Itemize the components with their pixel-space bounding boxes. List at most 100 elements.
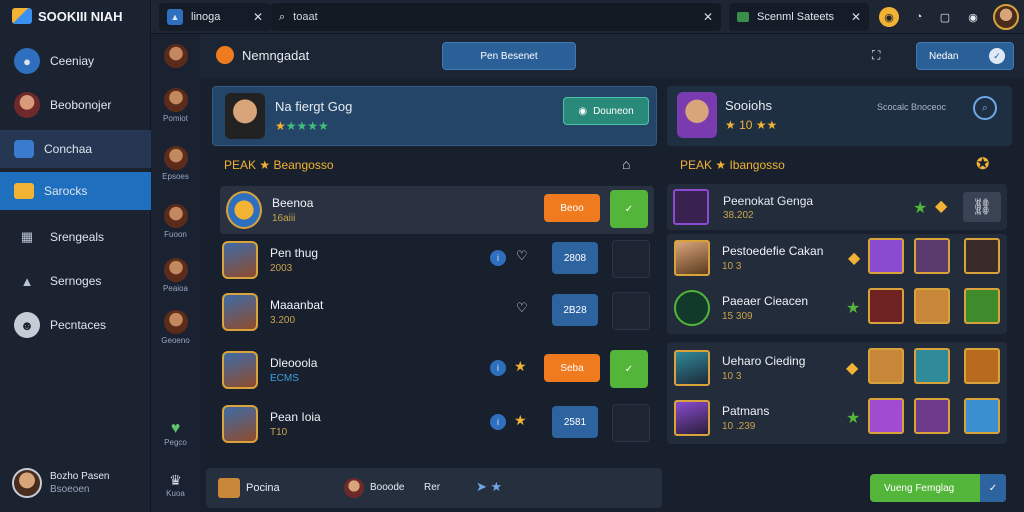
rail-item[interactable]: ♥ Pegco — [151, 420, 200, 447]
settings-icon[interactable]: ◉ — [963, 7, 983, 27]
confirm-button[interactable]: ✓ — [610, 190, 648, 228]
star-icon[interactable]: ★ — [514, 358, 527, 375]
link-icon[interactable]: ⛓ — [963, 192, 1001, 222]
card-icon[interactable] — [868, 238, 904, 274]
coin-icon[interactable]: ◉ — [879, 7, 899, 27]
list-item[interactable]: Dleooola ECMS i ★ Seba ✓ — [220, 346, 654, 394]
avatar[interactable] — [993, 4, 1019, 30]
card-icon[interactable] — [914, 288, 950, 324]
action-button[interactable]: 2808 — [552, 242, 598, 274]
user-profile[interactable]: Bozho Pasen Bsoeoen — [12, 468, 110, 498]
list-item[interactable]: Pean Ioia T10 i ★ 2581 — [220, 400, 654, 448]
heart-icon[interactable]: ♡ — [516, 300, 528, 316]
chat-icon[interactable]: ◔ — [909, 7, 929, 27]
list-item[interactable]: Peenokat Genga 38.202 ★ ◆ ⛓ — [667, 184, 1007, 230]
confirm-button[interactable]: ✓ — [610, 350, 648, 388]
close-icon[interactable]: ✕ — [253, 10, 263, 24]
card-icon[interactable] — [964, 238, 1000, 274]
list-item[interactable]: Beenoa 16aiii Beoo ✓ — [220, 186, 654, 234]
rail-item[interactable]: Pomiot — [151, 88, 200, 123]
action-button[interactable]: Seba — [544, 354, 600, 382]
nedan-button[interactable]: Nedan ✓ — [916, 42, 1014, 70]
sidebar-item-ceeniay[interactable]: ● Ceeniay — [0, 42, 151, 80]
item-sub: 10 3 — [722, 261, 742, 272]
action-button[interactable]: 2B28 — [552, 294, 598, 326]
title-icon — [216, 46, 234, 64]
header-note: Scocalc Bnoceoc — [877, 102, 947, 112]
card-icon[interactable] — [964, 288, 1000, 324]
card-icon[interactable] — [914, 348, 950, 384]
info-icon[interactable]: i — [490, 414, 506, 430]
item-sub: 15 309 — [722, 311, 753, 322]
home-icon: ▲ — [167, 9, 183, 25]
sidebar-item-label: Sarocks — [44, 184, 88, 198]
rail-label: Peaioa — [163, 284, 188, 293]
bottom-item-label[interactable]: Pocina — [246, 482, 280, 494]
header-button[interactable]: ◉ Douneon — [563, 97, 649, 125]
list-item[interactable]: Pen thug 2003 i ♡ 2808 — [220, 236, 654, 284]
list-item[interactable]: Paeaer Cieacen 15 309 ★ — [674, 284, 1004, 332]
search-icon[interactable]: ⌕ — [973, 96, 997, 120]
sidebar-item-conchaa[interactable]: Conchaa — [0, 130, 151, 168]
heart-icon[interactable]: ♡ — [516, 248, 528, 264]
card-icon[interactable] — [868, 288, 904, 324]
bell-icon[interactable]: ⌂ — [622, 156, 630, 172]
bottom-item-label[interactable]: Rer — [424, 482, 440, 493]
item-icon — [674, 350, 710, 386]
action-button[interactable]: Beoo — [544, 194, 600, 222]
list-item[interactable]: Patmans 10 .239 ★ — [674, 394, 1004, 442]
sidebar-item-beobonojer[interactable]: Beobonojer — [0, 86, 151, 124]
info-icon[interactable]: i — [490, 250, 506, 266]
search-input[interactable]: toaat — [293, 11, 317, 23]
rail-item[interactable]: ♛ Kuoa — [151, 472, 200, 498]
sidebar-item-sernoges[interactable]: ▲ Sernoges — [0, 262, 151, 300]
slot[interactable] — [612, 404, 650, 442]
header-button-label: Douneon — [593, 105, 634, 117]
avatar — [677, 92, 717, 138]
clear-search-icon[interactable]: ✕ — [703, 10, 713, 24]
primary-action-button[interactable]: Vueng Femglag ✓ — [870, 474, 1006, 502]
arrow-icon[interactable]: ➤ ★ — [476, 479, 502, 495]
list-item[interactable]: Ueharo Cieding 10 3 ◆ — [674, 344, 1004, 392]
sidebar-item-sarocks[interactable]: Sarocks — [0, 172, 151, 210]
bottom-item-label[interactable]: Booode — [370, 482, 404, 493]
card-icon[interactable] — [868, 398, 904, 434]
slot[interactable] — [612, 292, 650, 330]
action-label: Beoo — [560, 202, 584, 214]
sidebar-item-srengeals[interactable]: ▦ Srengeals — [0, 218, 151, 256]
info-icon[interactable]: i — [490, 360, 506, 376]
list-item[interactable]: Maaanbat 3.200 ♡ 2B28 — [220, 288, 654, 336]
rail-item[interactable]: Peaioa — [151, 258, 200, 293]
tab-linoga[interactable]: ▲ linoga ✕ — [159, 3, 271, 31]
avatar — [344, 478, 364, 498]
card-icon[interactable] — [868, 348, 904, 384]
item-sub: ECMS — [270, 373, 299, 384]
crown-icon: ♛ — [169, 472, 182, 488]
window-icon[interactable]: ▢ — [935, 7, 955, 27]
item-icon — [674, 400, 710, 436]
rail-item[interactable] — [151, 44, 200, 70]
card-icon[interactable] — [914, 238, 950, 274]
item-sub: 16aiii — [272, 213, 296, 224]
action-button[interactable]: 2581 — [552, 406, 598, 438]
rail-item[interactable]: Geoeno — [151, 310, 200, 345]
tab-scenml-sateets[interactable]: Scenml Sateets ✕ — [729, 3, 869, 31]
badge-icon[interactable]: ✪ — [976, 154, 989, 174]
star-icon[interactable]: ★ — [514, 412, 527, 429]
card-icon[interactable] — [914, 398, 950, 434]
list-item[interactable]: Pestoedefie Cakan 10 3 ◆ — [674, 234, 1004, 282]
player-rating: ★ 10 ★★ — [725, 118, 778, 132]
center-button[interactable]: Pen Besenet — [442, 42, 576, 70]
expand-icon[interactable]: ⛶ — [872, 48, 880, 63]
action-label: 2581 — [563, 416, 587, 428]
close-icon[interactable]: ✕ — [851, 10, 861, 24]
card-icon[interactable] — [964, 398, 1000, 434]
search-bar[interactable]: ⌕ toaat ✕ — [271, 3, 721, 31]
slot[interactable] — [612, 240, 650, 278]
card-icon[interactable] — [964, 348, 1000, 384]
rail-item[interactable]: Fuoon — [151, 204, 200, 239]
item-name: Beenoa — [272, 196, 314, 210]
sidebar-item-pecntaces[interactable]: ☻ Pecntaces — [0, 306, 151, 344]
item-name: Pestoedefie Cakan — [722, 244, 824, 258]
rail-item[interactable]: Epsoes — [151, 146, 200, 181]
